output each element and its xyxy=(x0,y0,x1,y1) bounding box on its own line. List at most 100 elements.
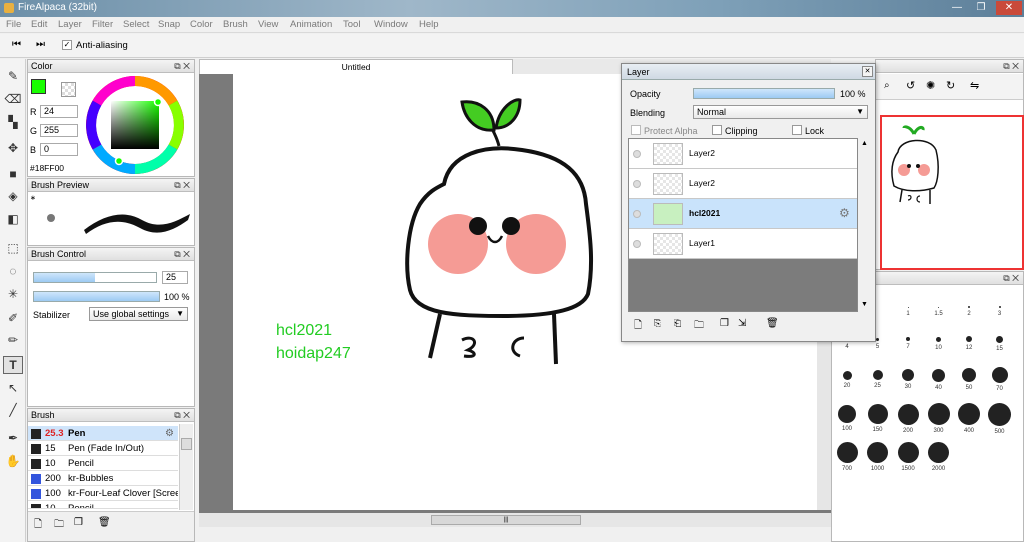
panel-float-close-icon[interactable]: ⧉ ✕ xyxy=(174,60,190,72)
secondary-color-swatch[interactable] xyxy=(61,82,76,97)
scroll-up-icon[interactable]: ▲ xyxy=(861,140,868,147)
layer-row[interactable]: Layer1 xyxy=(629,229,857,259)
new-layer-icon[interactable]: 🗋 xyxy=(634,318,642,335)
menu-help[interactable]: Help xyxy=(419,19,439,30)
hand-tool-icon[interactable]: ✋ xyxy=(3,452,23,470)
bucket-tool-icon[interactable]: ◈ xyxy=(3,187,23,205)
brush-size-dot[interactable] xyxy=(927,403,950,425)
lasso-tool-icon[interactable]: ◌ xyxy=(3,262,23,280)
eraser-tool-icon[interactable]: ⌫ xyxy=(3,90,23,108)
clipping-checkbox[interactable] xyxy=(712,125,722,135)
menu-tool[interactable]: Tool xyxy=(343,19,360,30)
divide-tool-icon[interactable]: ╱ xyxy=(3,401,23,419)
g-input[interactable]: 255 xyxy=(40,124,78,137)
magic-wand-icon[interactable]: ✳ xyxy=(3,285,23,303)
gear-icon[interactable]: ⚙ xyxy=(839,206,850,220)
layer-row[interactable]: Layer2 xyxy=(629,139,857,169)
select-eraser-icon[interactable]: ✏ xyxy=(3,331,23,349)
panel-float-close-icon[interactable]: ⧉ ✕ xyxy=(174,409,190,421)
menu-brush[interactable]: Brush xyxy=(223,19,248,30)
new-brush-icon[interactable]: 🗋 xyxy=(34,517,42,534)
brush-item-clover[interactable]: 100 kr-Four-Leaf Clover [Screen xyxy=(28,486,178,501)
menu-filter[interactable]: Filter xyxy=(92,19,113,30)
folder-icon[interactable]: 🗀 xyxy=(694,318,704,335)
panel-float-close-icon[interactable]: ⧉ ✕ xyxy=(174,179,190,191)
duplicate-icon[interactable]: ❐ xyxy=(74,517,83,528)
reset-icon[interactable]: ✺ xyxy=(926,79,935,92)
eye-icon[interactable] xyxy=(633,210,641,218)
menu-window[interactable]: Window xyxy=(374,19,408,30)
brush-size-dot[interactable] xyxy=(836,441,858,463)
stabilizer-dropdown[interactable]: Use global settings ▼ xyxy=(89,307,188,321)
brush-opacity-slider[interactable] xyxy=(33,291,160,302)
maximize-icon[interactable]: ❐ xyxy=(972,1,990,15)
color-wheel[interactable] xyxy=(86,76,184,174)
duplicate-layer-icon[interactable]: ❐ xyxy=(720,318,729,329)
eye-icon[interactable] xyxy=(633,240,641,248)
brush-size-dot[interactable] xyxy=(991,367,1008,383)
panel-float-close-icon[interactable]: ⧉ ✕ xyxy=(1003,60,1019,72)
document-tab[interactable]: Untitled xyxy=(199,59,513,74)
eye-icon[interactable] xyxy=(633,150,641,158)
layer-panel-close-icon[interactable]: ✕ xyxy=(862,66,873,77)
brush-size-dot[interactable] xyxy=(966,336,972,342)
folder-icon[interactable]: 🗀 xyxy=(54,517,64,534)
menu-layer[interactable]: Layer xyxy=(58,19,82,30)
brush-size-dot[interactable] xyxy=(996,335,1003,343)
brush-item-pen-fade[interactable]: 15 Pen (Fade In/Out) xyxy=(28,441,178,456)
flip-icon[interactable]: ⇋ xyxy=(970,79,979,92)
menu-select[interactable]: Select xyxy=(123,19,149,30)
protect-alpha-checkbox[interactable] xyxy=(631,125,641,135)
scroll-down-icon[interactable]: ▼ xyxy=(861,301,868,308)
panel-float-close-icon[interactable]: ⧉ ✕ xyxy=(1003,272,1019,284)
brush-size-dot[interactable] xyxy=(938,306,939,308)
rotate-right-icon[interactable]: ↻ xyxy=(946,79,955,92)
b-input[interactable]: 0 xyxy=(40,143,78,156)
brush-item-pencil[interactable]: 10 Pencil xyxy=(28,456,178,471)
brush-item-bubbles[interactable]: 200 kr-Bubbles xyxy=(28,471,178,486)
brush-item-pen[interactable]: 25.3 Pen ⚙ xyxy=(28,426,178,441)
brush-size-dot[interactable] xyxy=(867,441,888,463)
brush-size-dot[interactable] xyxy=(906,337,910,341)
gradient-tool-icon[interactable]: ◧ xyxy=(3,210,23,228)
eyedropper-icon[interactable]: ✒ xyxy=(3,429,23,447)
menu-color[interactable]: Color xyxy=(190,19,213,30)
text-tool-icon[interactable]: T xyxy=(3,356,23,374)
scrollbar-thumb[interactable] xyxy=(181,438,192,450)
brush-size-dot[interactable] xyxy=(838,405,856,423)
brush-size-dot[interactable] xyxy=(928,441,949,463)
brush-size-dot[interactable] xyxy=(932,368,945,382)
blending-dropdown[interactable]: Normal ▼ xyxy=(693,105,868,119)
operation-tool-icon[interactable]: ↖ xyxy=(3,379,23,397)
gear-icon[interactable]: ⚙ xyxy=(165,426,174,441)
minimize-icon[interactable]: — xyxy=(948,1,966,15)
prev-frame-icon[interactable]: ⏮ xyxy=(12,39,21,50)
brush-size-dot[interactable] xyxy=(936,336,941,342)
trash-icon[interactable]: 🗑 xyxy=(766,318,779,329)
antialias-checkbox[interactable]: ✓ xyxy=(62,40,72,50)
menu-file[interactable]: File xyxy=(6,19,21,30)
layer-opacity-slider[interactable] xyxy=(693,88,835,99)
dot-tool-icon[interactable]: ▚ xyxy=(3,113,23,131)
brush-size-dot[interactable] xyxy=(968,306,970,308)
brush-size-dot[interactable] xyxy=(872,370,883,380)
lock-checkbox[interactable] xyxy=(792,125,802,135)
brush-item-pencil-2[interactable]: 10 Pencil xyxy=(28,501,178,509)
select-tool-icon[interactable]: ⬚ xyxy=(3,239,23,257)
move-tool-icon[interactable]: ✥ xyxy=(3,139,23,157)
canvas-h-scrollbar[interactable]: ||| xyxy=(199,513,831,527)
menu-snap[interactable]: Snap xyxy=(158,19,180,30)
brush-size-dot[interactable] xyxy=(907,306,909,308)
new-1bit-layer-icon[interactable]: ⎗ xyxy=(674,318,681,329)
brush-size-dot[interactable] xyxy=(897,441,919,463)
pen-tool-icon[interactable]: ✎ xyxy=(3,67,23,85)
brush-size-dot[interactable] xyxy=(998,306,1001,308)
brush-size-dot[interactable] xyxy=(902,369,914,381)
brush-size-dot[interactable] xyxy=(897,403,919,425)
trash-icon[interactable]: 🗑 xyxy=(98,517,111,528)
rotate-left-icon[interactable]: ↺ xyxy=(906,79,915,92)
layer-list-scrollbar[interactable]: ▲ ▼ xyxy=(859,138,871,312)
brush-size-dot[interactable] xyxy=(842,370,852,380)
brush-size-input[interactable]: 25 xyxy=(162,271,188,284)
fill-tool-icon[interactable]: ■ xyxy=(3,165,23,183)
